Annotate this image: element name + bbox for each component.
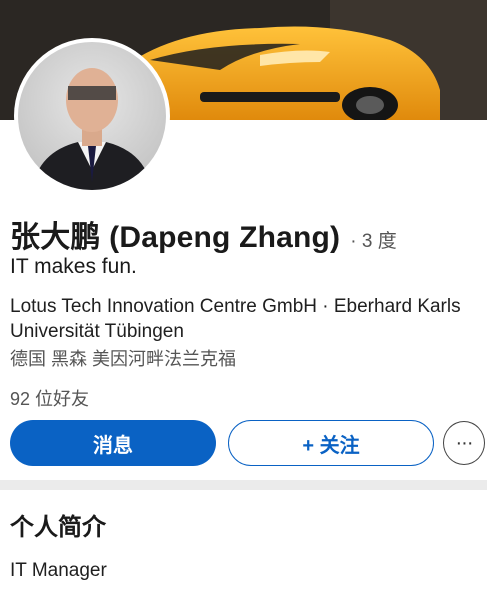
follow-button[interactable]: + 关注 [228, 420, 434, 466]
about-section-title: 个人简介 [10, 514, 106, 541]
avatar-photo [18, 42, 166, 190]
profile-name: 张大鹏 (Dapeng Zhang) [10, 221, 341, 254]
profile-location: 德国 黑森 美因河畔法兰克福 [10, 349, 237, 369]
profile-company[interactable]: Lotus Tech Innovation Centre GmbH · Eber… [10, 294, 480, 344]
more-dots-icon: ··· [455, 431, 474, 454]
connection-degree: · 3 度 [350, 231, 397, 252]
profile-headline: IT makes fun. [10, 255, 137, 278]
about-text: IT Manager [10, 560, 107, 581]
connections-count[interactable]: 92 位好友 [10, 385, 89, 411]
more-options-button[interactable]: ··· [443, 421, 485, 465]
person-silhouette-icon [32, 68, 152, 190]
message-button[interactable]: 消息 [10, 420, 216, 466]
section-divider [0, 480, 487, 490]
profile-name-row: 张大鹏 (Dapeng Zhang) · 3 度 [10, 212, 397, 256]
profile-avatar[interactable] [14, 38, 170, 194]
